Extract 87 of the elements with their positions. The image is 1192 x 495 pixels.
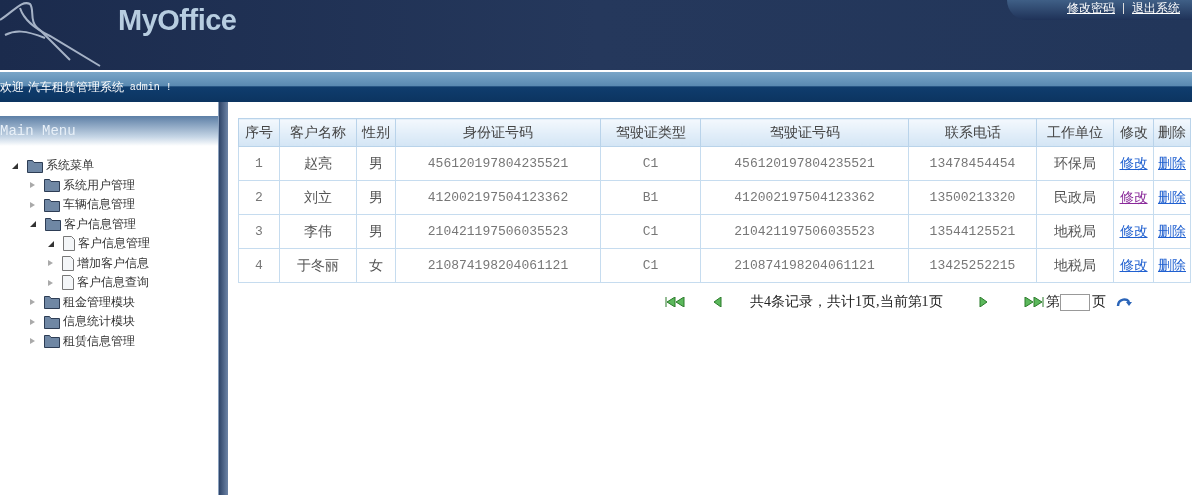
table-cell: 赵亮 xyxy=(279,146,357,181)
table-cell: C1 xyxy=(600,214,701,249)
table-cell: 210421197506035523 xyxy=(700,214,909,249)
sidebar-title: Main Menu xyxy=(0,116,218,146)
table-cell: 1 xyxy=(238,146,280,181)
column-header: 工作单位 xyxy=(1036,118,1114,147)
tree-item[interactable]: 系统用户管理 xyxy=(63,176,135,194)
tree-item[interactable]: 客户信息查询 xyxy=(77,274,149,292)
table-cell: 456120197804235521 xyxy=(395,146,601,181)
table-cell: 13500213320 xyxy=(908,180,1037,215)
folder-icon xyxy=(44,334,60,349)
table-cell: 刘立 xyxy=(279,180,357,215)
tree-item[interactable]: 客户信息管理 xyxy=(78,235,150,253)
tree-toggle-icon[interactable] xyxy=(48,260,53,267)
table-cell: 女 xyxy=(356,248,396,283)
column-header: 性别 xyxy=(356,118,396,147)
column-header: 删除 xyxy=(1153,118,1191,147)
tree-item[interactable]: 租金管理模块 xyxy=(63,293,135,311)
folder-icon xyxy=(44,295,60,310)
table-cell: 民政局 xyxy=(1036,180,1114,215)
tree-toggle-icon[interactable] xyxy=(30,318,35,325)
table-cell: 地税局 xyxy=(1036,248,1114,283)
column-header: 驾驶证号码 xyxy=(700,118,909,147)
tree-toggle-icon[interactable] xyxy=(30,299,35,306)
first-page-icon[interactable] xyxy=(665,297,685,307)
tree-item[interactable]: 增加客户信息 xyxy=(77,254,149,272)
table-cell: 地税局 xyxy=(1036,214,1114,249)
folder-icon xyxy=(44,314,60,329)
table-cell: B1 xyxy=(600,180,701,215)
table-cell: 男 xyxy=(356,214,396,249)
folder-icon xyxy=(44,178,60,193)
column-header: 修改 xyxy=(1113,118,1154,147)
table-cell: 210874198204061121 xyxy=(700,248,909,283)
column-header: 驾驶证类型 xyxy=(600,118,701,147)
tree-item[interactable]: 客户信息管理 xyxy=(64,215,136,233)
table-cell: C1 xyxy=(600,248,701,283)
pagination-summary: 共4条记录，共计1页,当前第1页 xyxy=(750,293,943,311)
tree-item[interactable]: 信息统计模块 xyxy=(63,313,135,331)
table-cell: 412002197504123362 xyxy=(395,180,601,215)
table-cell: C1 xyxy=(600,146,701,181)
tree-item[interactable]: 租赁信息管理 xyxy=(63,332,135,350)
user-name: admin ! xyxy=(129,81,172,93)
table-cell: 李伟 xyxy=(279,214,357,249)
welcome-text: 欢迎 汽车租赁管理系统 xyxy=(0,78,124,96)
document-icon xyxy=(62,275,74,291)
table-cell: 4 xyxy=(238,248,280,283)
header-link[interactable]: 退出系统 xyxy=(1132,0,1180,17)
folder-icon xyxy=(45,217,61,232)
tree-toggle-icon[interactable] xyxy=(48,279,53,286)
tree-toggle-icon[interactable] xyxy=(12,162,18,169)
table-cell: 男 xyxy=(356,146,396,181)
column-header: 序号 xyxy=(238,118,280,147)
folder-icon xyxy=(44,197,60,212)
column-header: 身份证号码 xyxy=(395,118,601,147)
last-page-icon[interactable] xyxy=(1023,297,1044,307)
column-header: 客户名称 xyxy=(279,118,357,147)
tree-toggle-icon[interactable] xyxy=(30,338,35,345)
table-cell: 412002197504123362 xyxy=(700,180,909,215)
refresh-icon[interactable] xyxy=(1115,296,1132,308)
table-cell: 210874198204061121 xyxy=(395,248,601,283)
header-link[interactable]: 修改密码 xyxy=(1067,0,1115,17)
tree-toggle-icon[interactable] xyxy=(48,240,54,247)
table-cell: 13425252215 xyxy=(908,248,1037,283)
tree-toggle-icon[interactable] xyxy=(30,201,35,208)
table-cell: 210421197506035523 xyxy=(395,214,601,249)
tree-toggle-icon[interactable] xyxy=(30,221,36,228)
table-cell: 于冬丽 xyxy=(279,248,357,283)
table-cell: 456120197804235521 xyxy=(700,146,909,181)
table-cell: 13478454454 xyxy=(908,146,1037,181)
document-icon xyxy=(63,236,75,252)
tree-item[interactable]: 系统菜单 xyxy=(46,157,94,175)
tree-item[interactable]: 车辆信息管理 xyxy=(63,196,135,214)
page-label: 第 xyxy=(1045,293,1060,311)
page-label: 页 xyxy=(1091,293,1106,311)
table-cell: 3 xyxy=(238,214,280,249)
next-page-icon[interactable] xyxy=(978,297,988,307)
folder-icon xyxy=(27,158,43,173)
previous-page-icon[interactable] xyxy=(713,297,722,307)
page-number-field[interactable] xyxy=(1059,293,1090,311)
column-header: 联系电话 xyxy=(908,118,1037,147)
logo-text: MyOffice xyxy=(118,4,237,37)
table-cell: 环保局 xyxy=(1036,146,1114,181)
table-cell: 13544125521 xyxy=(908,214,1037,249)
table-cell: 男 xyxy=(356,180,396,215)
tree-toggle-icon[interactable] xyxy=(30,182,35,189)
document-icon xyxy=(62,255,74,271)
table-cell: 2 xyxy=(238,180,280,215)
